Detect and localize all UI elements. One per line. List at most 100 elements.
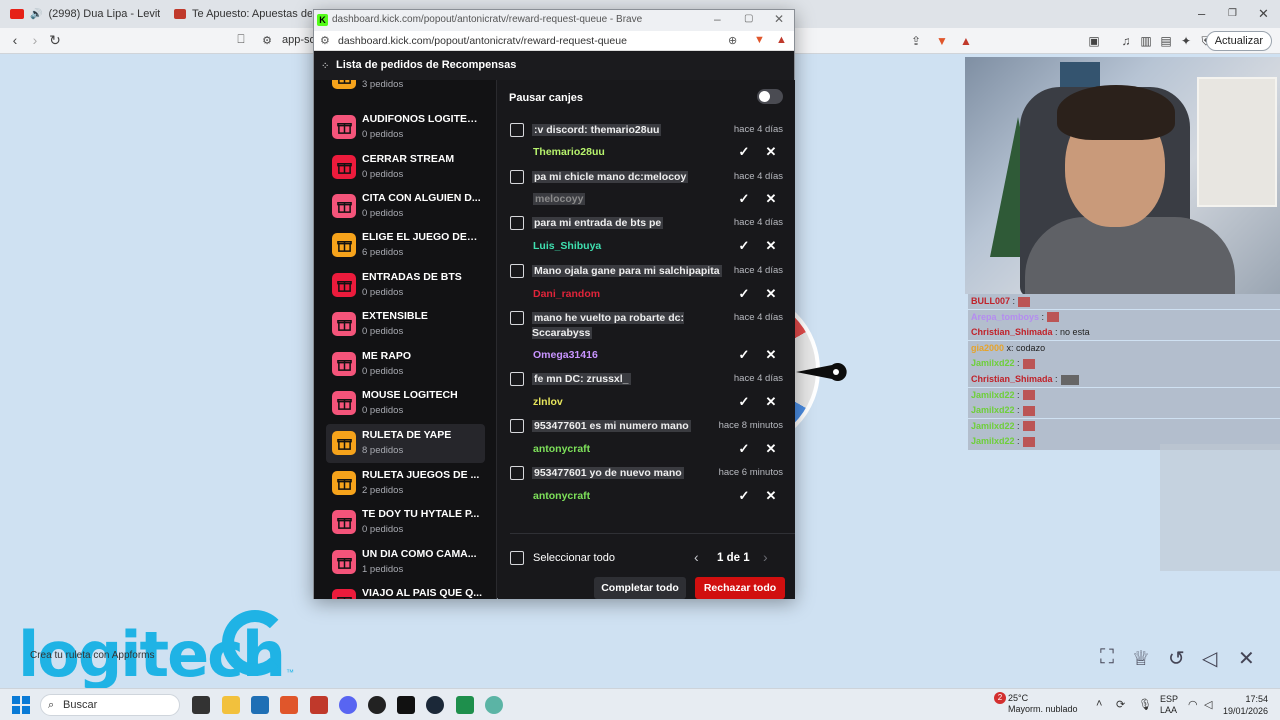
share-icon[interactable]: ⇪ xyxy=(908,33,924,49)
app-icon[interactable] xyxy=(310,696,328,714)
sidebar-item-ruleta-de-yape[interactable]: RULETA DE YAPE 8 pedidos xyxy=(326,424,485,463)
request-user[interactable]: zlnlov xyxy=(533,396,563,408)
sidebar-item-entradas-bts[interactable]: ENTRADAS DE BTS 0 pedidos xyxy=(326,266,485,305)
request-checkbox[interactable] xyxy=(510,311,524,325)
notepad-icon[interactable] xyxy=(456,696,474,714)
speaker-icon[interactable]: ◁ xyxy=(1204,698,1212,711)
reject-x-icon[interactable]: ✕ xyxy=(762,237,780,255)
volume-muted-icon[interactable]: ◁ xyxy=(1202,646,1217,671)
back-icon[interactable]: ‹ xyxy=(6,32,24,48)
music-icon[interactable]: ♫ xyxy=(1118,33,1134,49)
sidebar-item-hytale[interactable]: TE DOY TU HYTALE P... 0 pedidos xyxy=(326,503,485,542)
brave-icon[interactable] xyxy=(280,696,298,714)
sidebar-item-audifonos-logitech[interactable]: AUDIFONOS LOGITECH 0 pedidos xyxy=(326,108,485,147)
site-info-icon[interactable]: ⚙ xyxy=(320,34,330,47)
tray-sync-icon[interactable]: ⟳ xyxy=(1116,698,1125,711)
accept-check-icon[interactable]: ✓ xyxy=(735,393,753,411)
popup-close-icon[interactable]: ✕ xyxy=(774,12,784,26)
popup-rewards-icon[interactable]: ▲ xyxy=(776,34,787,46)
popup-minimize-icon[interactable]: – xyxy=(714,12,721,26)
obs-icon[interactable] xyxy=(368,696,386,714)
sidebar-item-mouse-logitech[interactable]: MOUSE LOGITECH 0 pedidos xyxy=(326,384,485,423)
close-icon[interactable]: ✕ xyxy=(1258,6,1269,22)
popup-shield-icon[interactable]: ▼ xyxy=(754,34,765,46)
sidebar-item-extensible[interactable]: EXTENSIBLE 0 pedidos xyxy=(326,305,485,344)
sidebar-item-viajo[interactable]: VIAJO AL PAIS QUE Q... xyxy=(326,582,485,599)
accept-check-icon[interactable]: ✓ xyxy=(735,143,753,161)
request-user[interactable]: Luis_Shibuya xyxy=(533,240,601,252)
reject-x-icon[interactable]: ✕ xyxy=(762,190,780,208)
trophy-icon[interactable]: ♕ xyxy=(1132,646,1150,671)
language-indicator[interactable]: ESP LAA xyxy=(1160,694,1178,716)
request-user[interactable]: antonycraft xyxy=(533,490,590,502)
reject-x-icon[interactable]: ✕ xyxy=(762,285,780,303)
file-explorer-icon[interactable] xyxy=(222,696,240,714)
reader-icon[interactable]: ▣ xyxy=(1086,33,1102,49)
request-checkbox[interactable] xyxy=(510,264,524,278)
site-settings-icon[interactable]: ⚙ xyxy=(258,34,276,47)
reject-x-icon[interactable]: ✕ xyxy=(762,393,780,411)
request-user[interactable]: melocoyy xyxy=(533,193,586,205)
store-icon[interactable] xyxy=(251,696,269,714)
pause-redemptions-toggle[interactable] xyxy=(757,89,783,104)
request-checkbox[interactable] xyxy=(510,466,524,480)
sidebar-item-reward[interactable]: 3 pedidos xyxy=(326,80,485,97)
reject-x-icon[interactable]: ✕ xyxy=(762,487,780,505)
reload-icon[interactable]: ↻ xyxy=(46,32,64,49)
tab-youtube[interactable]: 🔊 (2998) Dua Lipa - Levitating Feat xyxy=(10,4,160,24)
sidebar-item-un-dia-como[interactable]: UN DIA COMO CAMA... 1 pedidos xyxy=(326,543,485,582)
reject-x-icon[interactable]: ✕ xyxy=(762,346,780,364)
app-globe-icon[interactable] xyxy=(485,696,503,714)
reject-all-button[interactable]: Rechazar todo xyxy=(695,577,785,599)
accept-check-icon[interactable]: ✓ xyxy=(735,346,753,364)
forward-icon[interactable]: › xyxy=(26,32,44,48)
accept-check-icon[interactable]: ✓ xyxy=(735,285,753,303)
select-all-label[interactable]: Seleccionar todo xyxy=(533,552,615,564)
steam-icon[interactable] xyxy=(426,696,444,714)
request-user[interactable]: Themario28uu xyxy=(533,146,605,158)
maximize-icon[interactable]: ❐ xyxy=(1228,8,1237,19)
sidebar-item-ruleta-juegos[interactable]: RULETA JUEGOS DE ... 2 pedidos xyxy=(326,464,485,503)
sidebar-item-cita[interactable]: CITA CON ALGUIEN D... 0 pedidos xyxy=(326,187,485,226)
wallet-icon[interactable]: ▤ xyxy=(1158,33,1174,49)
task-view-icon[interactable] xyxy=(192,696,210,714)
zoom-icon[interactable]: ⊕ xyxy=(728,34,737,47)
popup-maximize-icon[interactable]: ▢ xyxy=(744,13,753,24)
undo-icon[interactable]: ↺ xyxy=(1168,646,1185,671)
brave-shield-icon[interactable]: ▼ xyxy=(934,33,950,49)
weather-widget[interactable]: 2 25°C Mayorm. nublado xyxy=(994,692,1078,715)
tray-chevron-icon[interactable]: ˄ xyxy=(1096,698,1102,710)
capcut-icon[interactable] xyxy=(397,696,415,714)
update-button[interactable]: Actualizar xyxy=(1205,31,1272,51)
popup-url-text[interactable]: dashboard.kick.com/popout/antonicratv/re… xyxy=(338,35,627,47)
accept-check-icon[interactable]: ✓ xyxy=(735,440,753,458)
sidebar-icon[interactable]: ▥ xyxy=(1138,33,1154,49)
accept-check-icon[interactable]: ✓ xyxy=(735,237,753,255)
select-all-checkbox[interactable] xyxy=(510,551,524,565)
wifi-icon[interactable]: ◠ xyxy=(1188,698,1198,711)
discord-icon[interactable] xyxy=(339,696,357,714)
tab-te-apuesto[interactable]: Te Apuesto: Apuestas deportivas y xyxy=(174,4,312,24)
microphone-icon[interactable]: 🎙 xyxy=(1138,698,1152,711)
chevron-right-icon[interactable]: › xyxy=(763,549,768,565)
brave-rewards-icon[interactable]: ▲ xyxy=(958,33,974,49)
request-user[interactable]: antonycraft xyxy=(533,443,590,455)
sidebar-item-elige-el-juego[interactable]: ELIGE EL JUEGO DEL ... 6 pedidos xyxy=(326,226,485,265)
request-user[interactable]: Dani_random xyxy=(533,288,600,300)
bookmark-icon[interactable]: ⎕ xyxy=(232,32,250,47)
reject-x-icon[interactable]: ✕ xyxy=(762,440,780,458)
system-clock[interactable]: 17:54 19/01/2026 xyxy=(1223,693,1268,717)
fullscreen-icon[interactable]: ⛶ xyxy=(1100,646,1114,669)
request-checkbox[interactable] xyxy=(510,372,524,386)
request-checkbox[interactable] xyxy=(510,123,524,137)
close-overlay-icon[interactable]: ✕ xyxy=(1238,646,1255,671)
request-user[interactable]: Omega31416 xyxy=(533,349,598,361)
windows-start-icon[interactable] xyxy=(12,696,30,714)
sidebar-item-me-rapo[interactable]: ME RAPO 0 pedidos xyxy=(326,345,485,384)
request-checkbox[interactable] xyxy=(510,419,524,433)
sidebar-item-cerrar-stream[interactable]: CERRAR STREAM 0 pedidos xyxy=(326,148,485,187)
taskbar-search[interactable]: ⌕ Buscar xyxy=(40,694,180,716)
accept-check-icon[interactable]: ✓ xyxy=(735,487,753,505)
chevron-left-icon[interactable]: ‹ xyxy=(694,549,699,565)
accept-check-icon[interactable]: ✓ xyxy=(735,190,753,208)
